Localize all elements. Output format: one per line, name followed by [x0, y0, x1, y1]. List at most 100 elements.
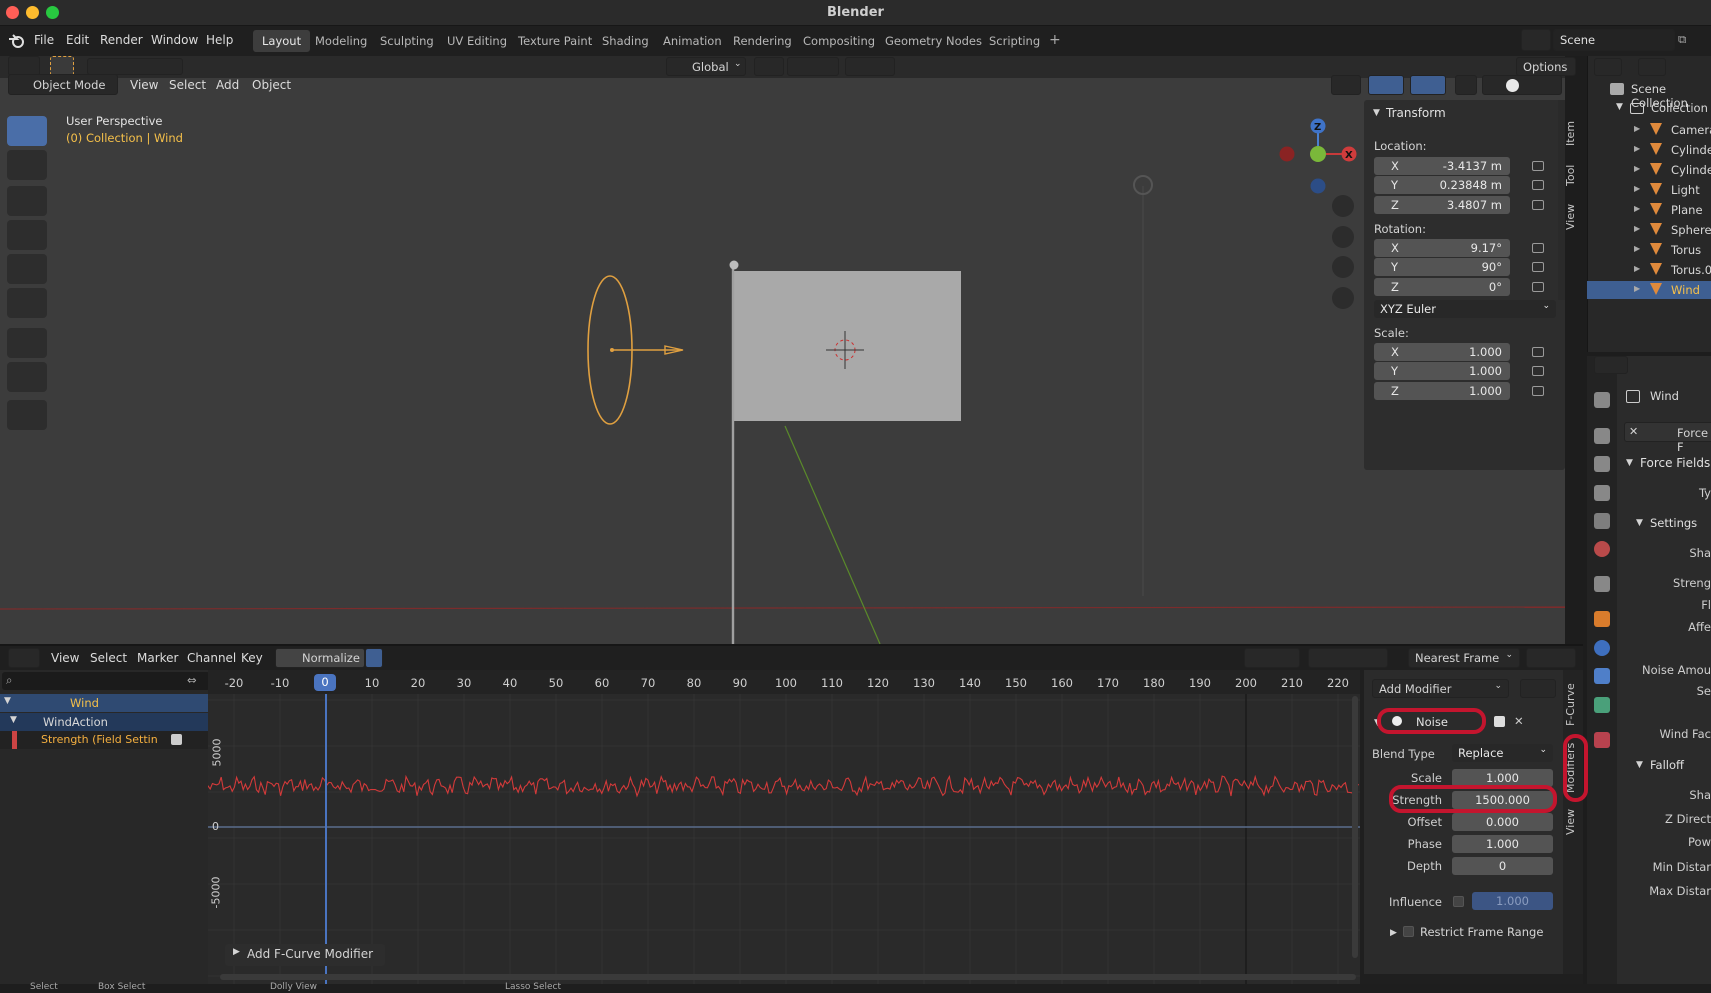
tab-tool[interactable]: Tool [1564, 158, 1577, 186]
modifier-field-phase[interactable]: 1.000 [1452, 835, 1553, 853]
camera-view-icon[interactable] [1332, 256, 1354, 278]
graph-filter-icons[interactable] [1308, 648, 1388, 668]
outliner-item[interactable]: ▶Cylinder [1587, 161, 1711, 179]
scale-z-field[interactable]: Z 1.000 [1374, 382, 1510, 400]
graph-menu-channel[interactable]: Channel [187, 651, 236, 665]
outliner-item[interactable]: ▶ Torus [1587, 241, 1711, 259]
location-z-field[interactable]: Z 3.4807 m [1374, 196, 1510, 214]
physics-properties-icon[interactable] [1594, 640, 1610, 656]
lock-icon[interactable] [1532, 200, 1544, 210]
scale-y-field[interactable]: Y 1.000 [1374, 362, 1510, 380]
channel-row-wind[interactable]: ▼ Wind [0, 694, 208, 712]
pan-hand-icon[interactable] [1332, 226, 1354, 248]
channel-checkbox[interactable] [171, 734, 182, 745]
settings-subpanel-header[interactable]: Settings [1650, 516, 1697, 530]
menu-render[interactable]: Render [100, 33, 143, 47]
location-y-field[interactable]: Y 0.23848 m [1374, 176, 1510, 194]
tab-geometry-nodes[interactable]: Geometry Nodes [876, 30, 991, 52]
location-x-field[interactable]: X -3.4137 m [1374, 157, 1510, 175]
menu-help[interactable]: Help [206, 33, 233, 47]
force-field-remove-button[interactable]: ✕ Force F [1624, 422, 1711, 454]
add-modifier-dropdown[interactable]: Add Modifier ⌄ [1372, 679, 1509, 698]
graph-menu-select[interactable]: Select [90, 651, 127, 665]
force-fields-panel-header[interactable]: Force Fields [1640, 456, 1710, 470]
outliner-item[interactable]: ▶Cylinder [1587, 141, 1711, 159]
modifier-field-offset[interactable]: 0.000 [1452, 813, 1553, 831]
outliner-item[interactable]: ▶ Sphere [1587, 221, 1711, 239]
lock-icon[interactable] [1532, 347, 1544, 357]
outliner-collection[interactable]: Collection [1651, 101, 1708, 115]
tab-view-npanel[interactable]: View [1564, 198, 1577, 230]
new-scene-icon[interactable]: ⧉ [1678, 32, 1686, 47]
tab-layout[interactable]: Layout [253, 30, 311, 52]
render-properties-icon[interactable] [1594, 428, 1610, 444]
output-properties-icon[interactable] [1594, 456, 1610, 472]
rotation-z-field[interactable]: Z 0° [1374, 278, 1510, 296]
menu-edit[interactable]: Edit [66, 33, 89, 47]
object-properties-icon[interactable] [1594, 611, 1610, 627]
rotation-y-field[interactable]: Y 90° [1374, 258, 1510, 276]
lock-icon[interactable] [1532, 386, 1544, 396]
tab-scripting[interactable]: Scripting [980, 30, 1049, 52]
normalize-toggle[interactable]: Normalize [275, 648, 365, 668]
rotation-x-field[interactable]: X 9.17° [1374, 239, 1510, 257]
lock-icon[interactable] [1532, 282, 1544, 292]
influence-field[interactable]: 1.000 [1472, 892, 1553, 910]
add-fcurve-modifier-op-panel[interactable]: ▶ Add F-Curve Modifier [225, 944, 385, 966]
tab-item[interactable]: Item [1564, 112, 1577, 146]
blender-logo-icon[interactable] [8, 33, 26, 49]
ortho-grid-icon[interactable] [1332, 287, 1354, 309]
view-layer-properties-icon[interactable] [1594, 485, 1610, 501]
rotation-mode-dropdown[interactable]: XYZ Euler ⌄ [1374, 300, 1556, 318]
copy-paste-modifier-icons[interactable] [1520, 679, 1556, 698]
collection-properties-icon[interactable] [1594, 576, 1610, 592]
lock-icon[interactable] [1532, 161, 1544, 171]
vertical-scrollbar[interactable] [1352, 696, 1358, 958]
graph-menu-view[interactable]: View [51, 651, 79, 665]
horizontal-scrollbar[interactable] [220, 974, 1356, 980]
outliner-display-mode-icon[interactable] [1638, 58, 1666, 76]
menu-window[interactable]: Window [151, 33, 198, 47]
remove-modifier-icon[interactable]: ✕ [1514, 714, 1524, 728]
current-frame-indicator[interactable]: 0 [314, 674, 336, 691]
tool-properties-icon[interactable] [1594, 392, 1610, 408]
outliner-item[interactable]: ▶Camera [1587, 121, 1711, 139]
properties-editor-type-icon[interactable] [1594, 356, 1628, 374]
tab-compositing[interactable]: Compositing [794, 30, 884, 52]
modifier-field-depth[interactable]: 0 [1452, 857, 1553, 875]
navigation-gizmo[interactable]: Z X [1272, 114, 1357, 194]
outliner-item[interactable]: ▶ Wind [1587, 281, 1711, 299]
falloff-subpanel-header[interactable]: Falloff [1650, 758, 1684, 772]
restrict-frame-range-checkbox[interactable] [1403, 926, 1414, 937]
object-data-properties-icon[interactable] [1594, 697, 1610, 713]
influence-checkbox[interactable] [1453, 896, 1464, 907]
3d-viewport[interactable]: Global ⌄ Options Object Mode View Select … [0, 56, 1576, 644]
zoom-icon[interactable] [1332, 195, 1354, 217]
modifier-enabled-checkbox[interactable] [1494, 716, 1505, 727]
channel-search-field[interactable]: ⌕ [2, 672, 210, 690]
tab-texture-paint[interactable]: Texture Paint [509, 30, 601, 52]
graph-menu-marker[interactable]: Marker [137, 651, 178, 665]
scene-properties-icon[interactable] [1594, 513, 1610, 529]
tab-uv-editing[interactable]: UV Editing [438, 30, 516, 52]
add-workspace-icon[interactable]: + [1049, 32, 1061, 48]
auto-normalize-icon[interactable] [365, 648, 383, 668]
channel-row-strength[interactable]: Strength (Field Settin [0, 731, 208, 749]
lock-icon[interactable] [1532, 366, 1544, 376]
tab-sculpting[interactable]: Sculpting [371, 30, 443, 52]
tab-animation[interactable]: Animation [654, 30, 731, 52]
tab-view[interactable]: View [1564, 805, 1577, 835]
lock-icon[interactable] [1532, 243, 1544, 253]
proportional-edit-icon[interactable] [1526, 648, 1576, 668]
graph-menu-key[interactable]: Key [241, 651, 263, 665]
lock-icon[interactable] [1532, 180, 1544, 190]
transform-panel-header[interactable]: Transform [1386, 106, 1446, 120]
graph-editor-type-icon[interactable] [8, 648, 40, 668]
outliner-editor-type-icon[interactable] [1594, 58, 1622, 76]
blend-type-dropdown[interactable]: Replace ⌄ [1452, 744, 1553, 762]
outliner-item[interactable]: ▶ Light [1587, 181, 1711, 199]
snap-mode-dropdown[interactable]: Nearest Frame ⌄ [1408, 648, 1520, 668]
scene-name-field[interactable]: Scene [1553, 29, 1675, 51]
tab-modeling[interactable]: Modeling [306, 30, 376, 52]
filter-swap-icon[interactable]: ⇔ [187, 673, 197, 687]
